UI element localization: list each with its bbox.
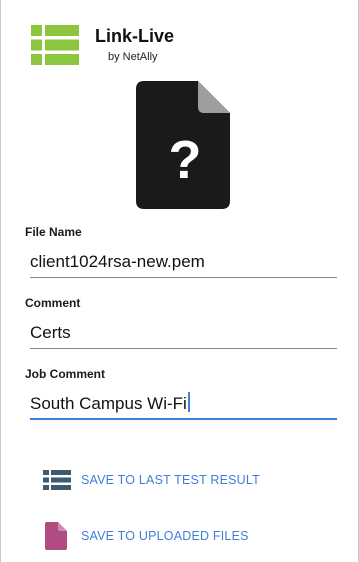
save-to-last-test-result-button[interactable]: SAVE TO LAST TEST RESULT	[43, 462, 323, 498]
file-icon	[45, 522, 67, 550]
text-cursor	[187, 392, 190, 412]
list-grid-icon	[31, 25, 79, 65]
comment-input[interactable]: Certs	[30, 319, 337, 349]
job-comment-field: Job Comment South Campus Wi-Fi	[25, 366, 337, 420]
save-to-last-test-result-label: SAVE TO LAST TEST RESULT	[81, 473, 260, 487]
save-to-uploaded-files-label: SAVE TO UPLOADED FILES	[81, 529, 249, 543]
file-name-field: File Name client1024rsa-new.pem	[25, 224, 337, 278]
file-name-label: File Name	[25, 225, 82, 239]
question-mark-glyph: ?	[169, 130, 202, 190]
app-subtitle: by NetAlly	[108, 51, 158, 63]
app-header: Link-Live by NetAlly	[31, 24, 331, 68]
job-comment-label: Job Comment	[25, 367, 106, 381]
file-name-input[interactable]: client1024rsa-new.pem	[30, 248, 337, 278]
comment-field: Comment Certs	[25, 295, 337, 349]
save-to-uploaded-files-button[interactable]: SAVE TO UPLOADED FILES	[43, 518, 323, 554]
unknown-file-icon: ?	[136, 81, 230, 209]
comment-label: Comment	[25, 296, 81, 310]
job-comment-value: South Campus Wi-Fi	[30, 394, 187, 413]
app-title: Link-Live	[95, 26, 175, 46]
list-icon	[43, 470, 71, 490]
save-dialog: Link-Live by NetAlly ? File Name client1…	[0, 0, 359, 562]
job-comment-input[interactable]: South Campus Wi-Fi	[30, 390, 337, 420]
